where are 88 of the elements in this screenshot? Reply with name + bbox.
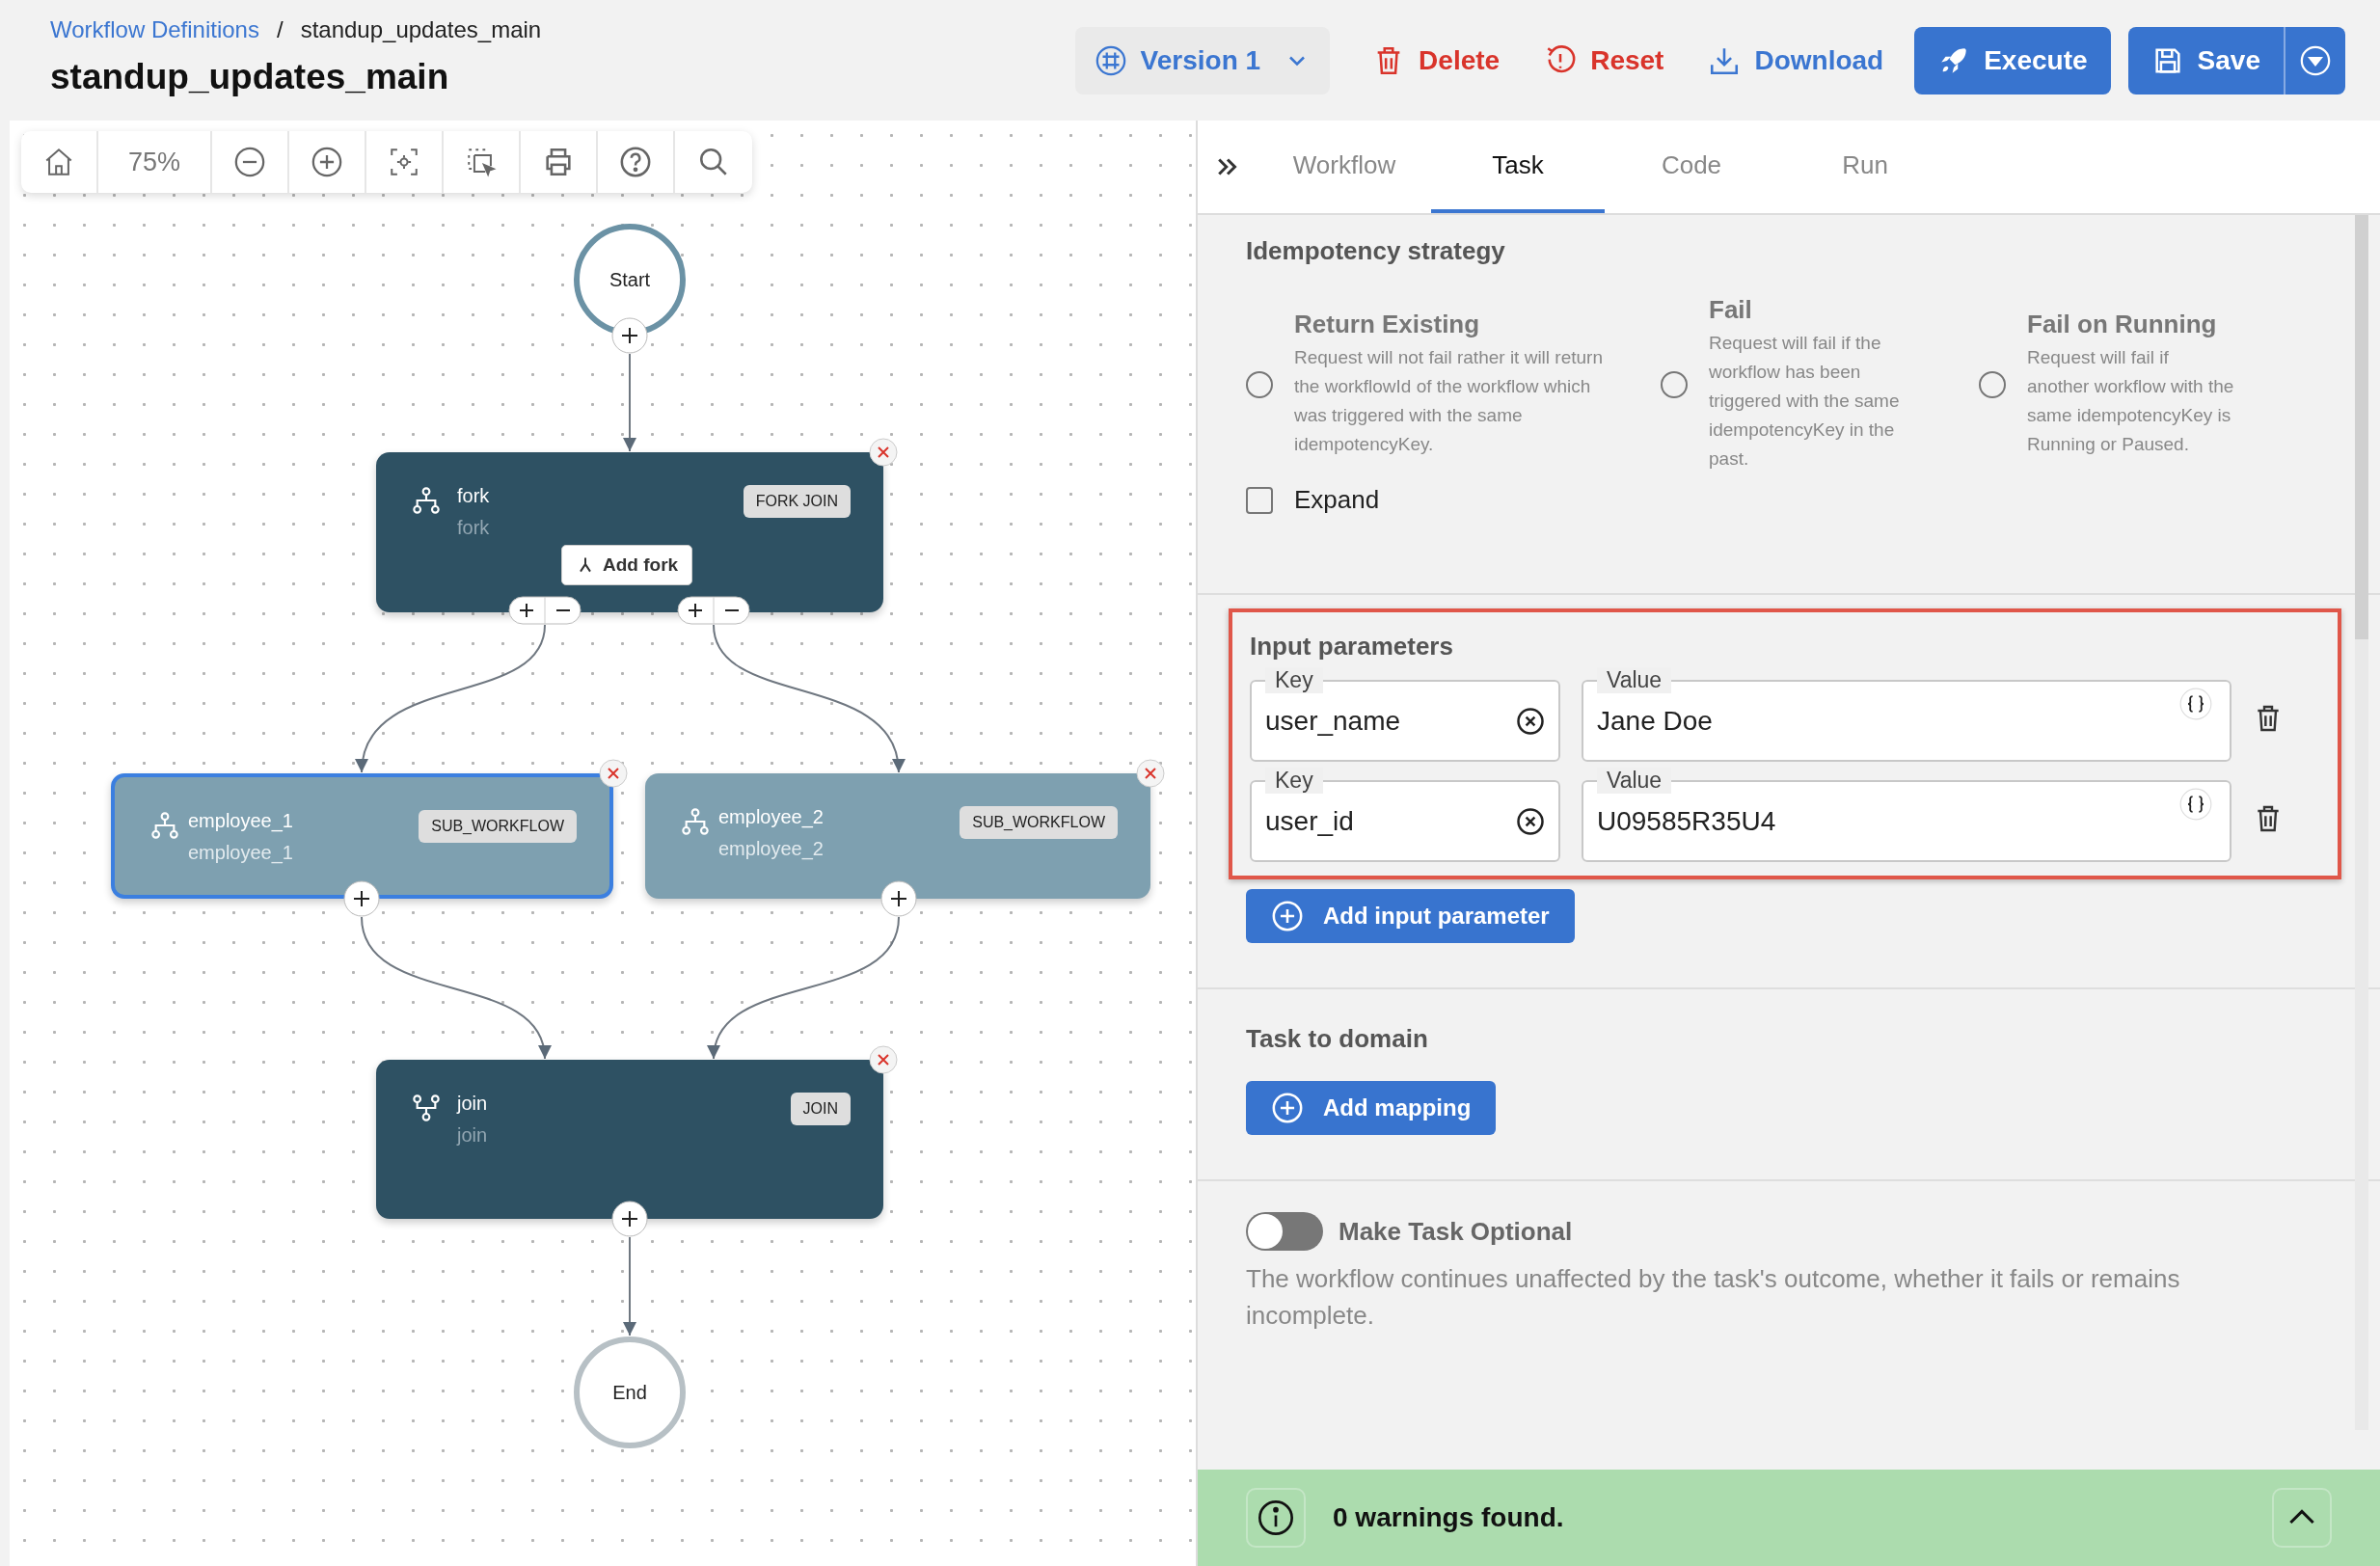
branch-add-remove-handle[interactable]: [508, 596, 581, 625]
branch-icon: [680, 806, 711, 837]
add-task-handle[interactable]: [611, 317, 648, 354]
task-reference: join: [457, 1124, 488, 1147]
add-task-handle[interactable]: [611, 1201, 648, 1237]
task-node[interactable]: employee_2 employee_2 SUB_WORKFLOW: [645, 773, 1150, 899]
task-reference: fork: [457, 517, 490, 539]
task-reference: employee_1: [188, 842, 293, 864]
start-label: Start: [609, 268, 651, 291]
toggle-switch[interactable]: [1246, 1212, 1323, 1251]
add-input-parameter-button[interactable]: Add input parameter: [1246, 889, 1575, 943]
radio-button[interactable]: [1979, 370, 2006, 398]
add-task-handle[interactable]: [880, 880, 917, 917]
branch-icon: [411, 485, 442, 516]
plus-circle-icon: [1271, 900, 1304, 932]
close-icon[interactable]: [869, 438, 898, 467]
task-name: join: [457, 1093, 488, 1115]
hash-icon: [1094, 43, 1127, 77]
close-icon[interactable]: [599, 759, 628, 788]
task-type-tag: SUB_WORKFLOW: [960, 806, 1118, 839]
expand-button[interactable]: [2272, 1488, 2332, 1548]
option-description: Request will not fail rather it will return the workflowId of the workflow which was triggered with the same idempotencyKey.: [1294, 346, 1604, 456]
radio-button[interactable]: [1246, 370, 1273, 398]
page-title: standup_updates_main: [50, 56, 450, 97]
checkbox[interactable]: [1246, 486, 1273, 514]
task-type-tag: SUB_WORKFLOW: [419, 810, 577, 843]
json-braces-icon[interactable]: [2179, 788, 2212, 821]
zoom-level: 75%: [98, 131, 212, 193]
add-mapping-button[interactable]: Add mapping: [1246, 1081, 1497, 1135]
caret-down-icon: [2299, 43, 2332, 77]
json-braces-icon[interactable]: [2179, 688, 2212, 720]
task-name: employee_1: [188, 810, 293, 832]
zoom-out-icon: [233, 146, 266, 178]
option-title: Return Existing: [1294, 310, 1481, 339]
save-button[interactable]: Save: [2127, 26, 2284, 94]
reset-button[interactable]: Reset: [1530, 26, 1678, 94]
focus-icon: [388, 146, 420, 178]
clear-icon[interactable]: [1516, 706, 1545, 736]
download-button[interactable]: Download: [1694, 26, 1898, 94]
close-icon[interactable]: [1136, 759, 1165, 788]
info-icon: [1246, 1488, 1306, 1548]
zoom-in-icon: [311, 146, 343, 178]
close-icon[interactable]: [869, 1045, 898, 1074]
panel-tab[interactable]: Workflow: [1258, 121, 1431, 213]
help-icon: [619, 146, 652, 178]
checkbox-label: Expand: [1294, 485, 1380, 515]
task-type-tag: FORK JOIN: [743, 485, 851, 518]
task-node[interactable]: fork fork FORK JOIN Add fork: [376, 452, 883, 612]
value-field[interactable]: Value U09585R35U4: [1582, 768, 2231, 862]
value-field[interactable]: Value Jane Doe: [1582, 667, 2231, 762]
version-dropdown[interactable]: Version 1: [1074, 26, 1331, 94]
task-type-tag: JOIN: [790, 1093, 851, 1125]
breadcrumb-current: standup_updates_main: [300, 15, 542, 43]
panel-tab[interactable]: Run: [1778, 121, 1952, 213]
section-heading: Task to domain: [1246, 1024, 1429, 1054]
panel-tab[interactable]: Task: [1431, 121, 1605, 213]
toggle-description: The workflow continues unaffected by the task's outcome, whether it fails or remains incomplete.: [1246, 1263, 2181, 1332]
scrollbar[interactable]: [2355, 215, 2368, 1430]
branch-icon: [149, 810, 180, 841]
radio-button[interactable]: [1661, 370, 1688, 398]
section-heading: Input parameters: [1250, 632, 1454, 662]
end-node[interactable]: End: [574, 1336, 686, 1448]
breadcrumb-link[interactable]: Workflow Definitions: [50, 15, 259, 43]
end-label: End: [612, 1381, 647, 1404]
option-title: Fail on Running: [2027, 310, 2218, 339]
task-node[interactable]: join join JOIN: [376, 1060, 883, 1219]
option-title: Fail: [1709, 295, 1753, 325]
add-fork-button[interactable]: Add fork: [561, 545, 693, 585]
warnings-message: 0 warnings found.: [1333, 1502, 1565, 1533]
plus-circle-icon: [1271, 1092, 1304, 1124]
toggle-label: Make Task Optional: [1339, 1216, 1573, 1247]
clear-icon[interactable]: [1516, 806, 1545, 836]
panel-tab[interactable]: Code: [1605, 121, 1778, 213]
task-reference: employee_2: [718, 838, 824, 860]
selection-cursor-icon: [465, 146, 498, 178]
delete-button[interactable]: Delete: [1359, 26, 1514, 94]
execute-button[interactable]: Execute: [1914, 26, 2111, 94]
add-task-handle[interactable]: [343, 880, 380, 917]
task-node[interactable]: employee_1 employee_1 SUB_WORKFLOW: [111, 773, 613, 899]
merge-icon: [411, 1093, 442, 1123]
breadcrumb-separator: /: [276, 15, 284, 43]
section-heading: Idempotency strategy: [1246, 236, 1506, 266]
task-name: fork: [457, 485, 490, 507]
option-description: Request will fail if another workflow with the same idempotencyKey is Running or Paused.: [2027, 346, 2234, 456]
branch-add-remove-handle[interactable]: [677, 596, 750, 625]
option-description: Request will fail if the workflow has been triggered with the same idempotencyKey in the past.: [1709, 332, 1901, 471]
save-options-button[interactable]: [2284, 26, 2345, 94]
task-name: employee_2: [718, 806, 824, 828]
